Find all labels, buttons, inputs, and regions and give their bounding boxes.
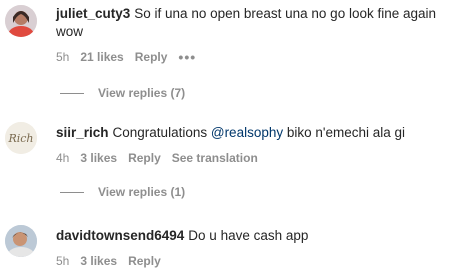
comment-text-block: juliet_cuty3 So if una no open breast una… [56,5,449,41]
comment-text-block: siir_rich Congratulations @realsophy biko… [56,124,449,142]
see-translation-button[interactable]: See translation [172,151,258,165]
comment-time: 4h [56,151,70,165]
comment-meta: 5h 21 likes Reply ••• [56,49,449,65]
comment-text-block: davidtownsend6494 Do u have cash app [56,227,449,245]
reply-divider-line [60,191,84,193]
comment-username[interactable]: davidtownsend6494 [56,228,184,243]
reply-button[interactable]: Reply [135,50,168,64]
avatar[interactable]: Rich [5,122,37,154]
avatar[interactable] [5,225,37,257]
comment-text-before: Congratulations [112,125,208,140]
comment-body: juliet_cuty3 So if una no open breast una… [56,5,449,65]
user-avatar-photo-icon [5,5,37,37]
comment-body: davidtownsend6494 Do u have cash app 5h 3… [56,227,449,269]
view-replies-label: View replies (1) [98,185,186,199]
comment-text-after: biko n'emechi ala gi [286,125,406,140]
comment-time: 5h [56,50,70,64]
comment-username[interactable]: siir_rich [56,125,109,140]
comment-meta: 5h 3 likes Reply [56,253,449,269]
comment-meta: 4h 3 likes Reply See translation [56,150,449,166]
comment-username[interactable]: juliet_cuty3 [56,6,130,21]
likes-count[interactable]: 3 likes [80,151,117,165]
view-replies-label: View replies (7) [98,86,186,100]
likes-count[interactable]: 3 likes [80,254,117,268]
mention-link[interactable]: @realsophy [211,125,283,140]
avatar-logo-text: Rich [7,132,33,145]
more-options-icon[interactable]: ••• [178,50,196,64]
avatar[interactable] [5,5,37,37]
rich-logo-avatar-icon: Rich [5,122,37,154]
view-replies-button[interactable]: View replies (7) [60,86,185,100]
reply-button[interactable]: Reply [128,254,161,268]
view-replies-button[interactable]: View replies (1) [60,185,185,199]
comment-time: 5h [56,254,70,268]
comment-body: siir_rich Congratulations @realsophy biko… [56,124,449,166]
reply-button[interactable]: Reply [128,151,161,165]
likes-count[interactable]: 21 likes [80,50,123,64]
reply-divider-line [60,92,84,94]
comment-text: Do u have cash app [188,228,309,243]
user-avatar-photo-icon [5,225,37,257]
